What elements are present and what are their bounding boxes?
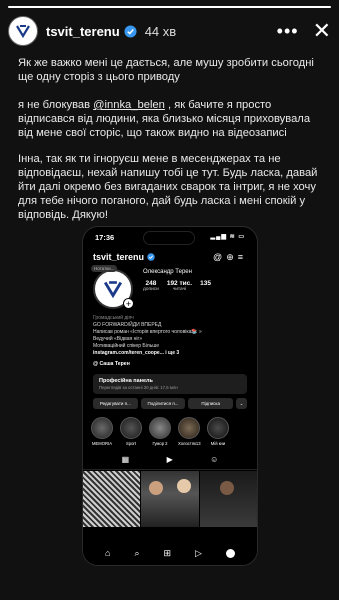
ig-profile-summary: Нотатки... + Олександр Терен 248 дописи 1…	[83, 265, 257, 313]
ig-username: tsvit_terenu	[93, 252, 145, 262]
highlight-item: Холостяк13	[178, 417, 201, 446]
home-icon: ⌂	[105, 548, 111, 558]
stat-number: 248	[145, 280, 157, 287]
story-progress-fill	[8, 6, 331, 8]
verified-badge-icon	[147, 253, 155, 261]
ig-bio-link: instagram.com/teren_coope... і ще 3	[93, 350, 180, 356]
profile-logo-icon	[103, 281, 123, 299]
stat-label: дописи	[143, 287, 159, 292]
ig-profile-header: tsvit_terenu @⊕≡	[83, 249, 257, 265]
ig-post-grid	[83, 471, 257, 527]
subscription-button: Підписка	[188, 398, 234, 409]
ig-bio: Громадський діяч GO FORWARD/ЙДИ ВПЕРЕД Н…	[83, 313, 257, 359]
ig-action-buttons: Редагувати п... Поділитися п... Підписка…	[83, 398, 257, 409]
profile-logo-icon	[16, 25, 30, 39]
pro-panel-title: Професійна панель	[99, 378, 153, 384]
search-icon: ⌕	[134, 547, 140, 558]
stat-followers: 192 тис. читачі	[167, 280, 192, 292]
story-highlights: MEMORIA Sport Гумор 2 Холостяк13 Мій кни	[83, 409, 257, 450]
highlight-cover	[149, 417, 171, 439]
bio-line: Мотиваційний спікер Більше	[93, 343, 160, 349]
bio-line: Написав роман «Історія впертого чоловіка…	[93, 329, 202, 335]
story-text-paragraph-2: я не блокував @innka_belen , як бачите я…	[18, 98, 325, 140]
stat-number: 135	[200, 280, 211, 287]
close-icon[interactable]: ✕	[313, 18, 331, 44]
stat-posts: 248 дописи	[143, 280, 159, 292]
bio-line: GO FORWARD/ЙДИ ВПЕРЕД	[93, 322, 162, 328]
edit-profile-button: Редагувати п...	[93, 398, 138, 409]
ig-threads-badge: @ Саша Терен	[93, 361, 130, 367]
highlight-item: MEMORIA	[91, 417, 113, 446]
more-horizontal-icon[interactable]: •••	[277, 21, 299, 42]
bio-line: Ведучий «Відвая ніг»	[93, 336, 143, 342]
phone-status-bar: 17:36 ▂▄▆ ≋ ▭	[83, 227, 257, 249]
add-icon: ⊕	[226, 251, 238, 262]
reels-icon: ▷	[195, 547, 202, 558]
phone-status-time: 17:36	[95, 233, 115, 242]
suggest-button: ⌄	[236, 398, 248, 409]
story-text-paragraph-1: Як же важко мені це дається, але мушу зр…	[18, 57, 314, 83]
ig-stats: 248 дописи 192 тис. читачі 135	[143, 280, 211, 292]
highlight-cover	[207, 417, 229, 439]
note-bubble: Нотатки...	[91, 265, 118, 272]
highlight-label: Мій кни	[210, 441, 226, 446]
highlight-label: Холостяк13	[178, 441, 201, 446]
ig-header-icons: @⊕≡	[213, 252, 247, 263]
highlight-cover	[91, 417, 113, 439]
mention-link[interactable]: @innka_belen	[93, 99, 165, 111]
post-thumbnail	[83, 471, 141, 527]
story-text-paragraph-3: Інна, так як ти ігноруєш мене в месендже…	[18, 153, 318, 221]
highlight-cover	[120, 417, 142, 439]
ig-bottom-nav: ⌂ ⌕ ⊞ ▷	[83, 541, 257, 565]
dynamic-island	[143, 231, 195, 245]
ig-content-tabs: ▦ ▶ ☺	[83, 450, 257, 470]
threads-icon: @	[213, 251, 227, 262]
tagged-icon: ☺	[210, 455, 219, 464]
menu-icon: ≡	[237, 251, 247, 262]
story-progress-bar	[8, 6, 331, 8]
ig-category: Громадський діяч	[93, 315, 134, 321]
stat-number: 192 тис.	[166, 280, 193, 287]
embedded-screenshot: 17:36 ▂▄▆ ≋ ▭ tsvit_terenu @⊕≡ Нотатки..…	[82, 226, 258, 566]
phone-status-icons: ▂▄▆ ≋ ▭	[210, 234, 245, 240]
story-time: 44 хв	[144, 23, 177, 39]
verified-badge-icon	[124, 24, 137, 38]
pro-panel-subtitle: Переглядів за останні 30 днів: 17,6 млн	[99, 385, 178, 390]
story-username[interactable]: tsvit_terenu	[46, 24, 120, 39]
highlight-item: Мій кни	[207, 417, 229, 446]
highlight-cover	[178, 417, 200, 439]
highlight-item: Sport	[120, 417, 142, 446]
post-thumbnail	[199, 471, 257, 527]
grid-icon: ▦	[121, 455, 130, 464]
highlight-item: Гумор 2	[149, 417, 171, 446]
reels-icon: ▶	[166, 455, 173, 464]
add-icon: ⊞	[163, 547, 172, 558]
professional-dashboard: Професійна панель Переглядів за останні …	[93, 374, 247, 394]
highlight-label: Гумор 2	[152, 441, 168, 446]
share-profile-button: Поділитися п...	[140, 398, 186, 409]
profile-icon	[225, 548, 235, 558]
ig-avatar: Нотатки... +	[91, 265, 134, 309]
stat-following: 135	[200, 280, 211, 292]
highlight-label: Sport	[125, 441, 136, 446]
highlight-label: MEMORIA	[91, 441, 112, 446]
ig-full-name: Олександр Терен	[143, 269, 192, 275]
avatar[interactable]	[8, 16, 38, 46]
paragraph-2-start: я не блокував	[18, 99, 94, 111]
add-story-icon: +	[123, 298, 134, 309]
ig-stats-block: Олександр Терен 248 дописи 192 тис. читачі…	[143, 269, 211, 309]
story-header: tsvit_terenu 44 хв ••• ✕	[8, 14, 331, 48]
stat-label: читачі	[172, 287, 187, 292]
post-thumbnail	[141, 471, 199, 527]
